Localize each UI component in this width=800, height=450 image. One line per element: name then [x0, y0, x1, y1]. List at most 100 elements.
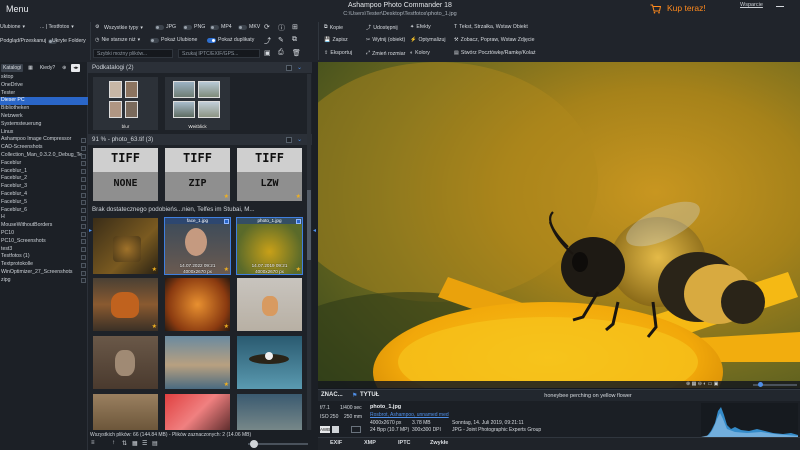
effects-button[interactable]: ✦ Efekty: [410, 24, 431, 30]
tab-iptc[interactable]: IPTC: [398, 440, 411, 446]
thumbnail-cat-2[interactable]: [93, 336, 158, 389]
tree-item-checkbox[interactable]: [81, 208, 86, 214]
tree-item[interactable]: Tester: [0, 90, 88, 98]
tree-item-checkbox[interactable]: [81, 153, 86, 159]
create-postcard-button[interactable]: ▤ Stwórz Pocztówkę/Ramkę/Kolaż: [454, 50, 536, 56]
tree-item[interactable]: Dieser PC: [0, 97, 88, 106]
tree-item-checkbox[interactable]: [81, 262, 86, 268]
tree-item[interactable]: Faceblur_1: [0, 168, 88, 176]
image-preview[interactable]: [318, 62, 800, 388]
copy-button[interactable]: ⧉ Kopie: [324, 24, 343, 31]
refresh-icon[interactable]: ⟳: [264, 23, 270, 31]
export-button[interactable]: ⇪ Eksportuj: [324, 50, 352, 56]
show-duplicates-toggle[interactable]: Pokaż duplikaty: [207, 37, 254, 43]
select-all-checkbox[interactable]: [286, 65, 292, 71]
tree-item-checkbox[interactable]: [81, 161, 86, 167]
collapse-arrow-icon[interactable]: ◂: [313, 227, 316, 234]
folder-add-icon[interactable]: ⊞: [292, 23, 298, 31]
tree-item[interactable]: Bibliotheken: [0, 105, 88, 113]
group-checkbox[interactable]: [286, 137, 292, 143]
all-types-filter[interactable]: ⚙ Wszystkie typy ▾: [95, 24, 143, 31]
tree-item-checkbox[interactable]: [81, 254, 86, 260]
thumbnail-tiff-lzw[interactable]: TIFF LZW ★: [237, 148, 302, 201]
share-icon[interactable]: ⤴: [264, 36, 271, 46]
people-tags-link[interactable]: Rosbrot, Ashampoo, unnamed med: [370, 412, 449, 418]
tree-item[interactable]: Testfotos (1): [0, 253, 88, 261]
show-favorites-toggle[interactable]: Pokaż Ulubione: [150, 37, 197, 43]
not-older-than-filter[interactable]: ◷ Nie starsze niż ▾: [95, 37, 140, 43]
chevron-down-icon[interactable]: ⌄: [297, 136, 302, 143]
tree-item-checkbox[interactable]: [81, 145, 86, 151]
buy-now-button[interactable]: Kup teraz!: [667, 3, 706, 13]
favorites-dropdown[interactable]: Ulubione ▾: [0, 24, 25, 30]
hidden-folders-toggle[interactable]: Ukryte Foldery: [52, 38, 86, 44]
slideshow-icon[interactable]: ▣: [264, 49, 271, 57]
tree-item[interactable]: PC10: [0, 230, 88, 238]
tree-item[interactable]: Textprotokolle: [0, 261, 88, 269]
subfolder-blur[interactable]: blur: [93, 77, 158, 130]
tree-item[interactable]: zipg: [0, 277, 88, 285]
tree-item-checkbox[interactable]: [81, 184, 86, 190]
minimize-icon[interactable]: [776, 6, 784, 7]
tree-item[interactable]: H: [0, 214, 88, 222]
zoom-slider-handle[interactable]: [250, 440, 258, 448]
tree-item-checkbox[interactable]: [81, 176, 86, 182]
grid-icon[interactable]: ▦: [132, 440, 138, 447]
thumbnail-coast[interactable]: ★: [165, 336, 230, 389]
selected-checkbox[interactable]: [224, 219, 229, 224]
jpg-toggle[interactable]: JPG: [155, 24, 176, 30]
tree-item-checkbox[interactable]: [81, 192, 86, 198]
tab-tags[interactable]: ZNAC...: [321, 392, 343, 398]
preview-zoom-handle[interactable]: [758, 382, 763, 387]
testfotos-dropdown[interactable]: ... | Testfotos ▾: [40, 24, 74, 30]
thumbnail-photo-1[interactable]: photo_1.jpg 14.07.2019 09:21 4000x2670 p…: [236, 217, 303, 275]
calendar-icon[interactable]: ▦: [26, 64, 35, 72]
tree-item-checkbox[interactable]: [81, 231, 86, 237]
tab-exif[interactable]: EXIF: [330, 440, 342, 446]
tree-item-checkbox[interactable]: [81, 247, 86, 253]
thumbnail-face-1[interactable]: face_1.jpg 14.07.2022 09:21 4000x2670 px…: [164, 217, 231, 275]
optimize-button[interactable]: ⚡ Optymalizuj: [410, 37, 446, 43]
tree-item[interactable]: CAD-Screenshots: [0, 144, 88, 152]
copy-icon[interactable]: ⧉: [292, 36, 297, 44]
arrow-up-icon[interactable]: ↑: [112, 440, 115, 446]
tree-item[interactable]: PC10_Screenshots: [0, 238, 88, 246]
tree-item-checkbox[interactable]: [81, 137, 86, 143]
tree-item[interactable]: Collection_Man_0.3.2.0_Debug_Te...: [0, 152, 88, 160]
edit-icon[interactable]: ✎: [278, 36, 284, 44]
thumbnail-eagle[interactable]: [237, 336, 302, 389]
list-icon[interactable]: ☰: [142, 440, 147, 447]
duplicate-group-header[interactable]: 91 % - photo_63.tif (3): [88, 134, 312, 145]
nav-arrows-icon[interactable]: ◂▸: [71, 63, 81, 72]
mp4-toggle[interactable]: MP4: [210, 24, 232, 30]
thumbnail-fox[interactable]: ★: [93, 278, 158, 331]
subfolders-header[interactable]: Podkatalogi (2): [88, 62, 312, 73]
cart-icon[interactable]: [650, 4, 661, 14]
tree-item[interactable]: Faceblur_2: [0, 175, 88, 183]
tree-item-checkbox[interactable]: [81, 169, 86, 175]
thumbnail-bird[interactable]: [237, 394, 302, 432]
cut-object-button[interactable]: ✂ Wytnij (obiekt): [366, 37, 405, 43]
preview-scan-toggle[interactable]: Podgląd/Przeskanuj: [0, 38, 58, 44]
tree-item[interactable]: test3: [0, 246, 88, 254]
details-icon[interactable]: ▤: [152, 440, 158, 447]
tree-item-checkbox[interactable]: [81, 239, 86, 245]
info-icon[interactable]: ⓘ: [278, 23, 285, 33]
tree-item-checkbox[interactable]: [81, 223, 86, 229]
tree-item[interactable]: Netzwerk: [0, 113, 88, 121]
print-icon[interactable]: ⎙: [278, 49, 284, 57]
png-toggle[interactable]: PNG: [183, 24, 205, 30]
quick-search-input[interactable]: Szybki możny plików...: [93, 49, 173, 58]
collapse-left-arrow-icon[interactable]: ▸: [89, 227, 92, 234]
save-button[interactable]: 💾 Zapisz: [324, 37, 348, 43]
thumbnail-tiff-zip[interactable]: TIFF ZIP ★: [165, 148, 230, 201]
tab-general[interactable]: Zwykłe: [430, 440, 448, 446]
tree-item[interactable]: Faceblur_5: [0, 199, 88, 207]
share-button[interactable]: ⤴ Udostępnij: [366, 24, 398, 32]
show-fix-button[interactable]: ⚒ Zobacz, Popraw, Wstaw Zdjęcie: [454, 37, 534, 43]
thumbnail-plant[interactable]: ★: [93, 218, 158, 274]
thumbnail-food[interactable]: [93, 394, 158, 432]
tab-catalogs[interactable]: Katalogi: [1, 63, 24, 72]
delete-icon[interactable]: 🗑: [292, 49, 301, 57]
resize-button[interactable]: ⤢ Zmień rozmiar: [366, 50, 405, 57]
